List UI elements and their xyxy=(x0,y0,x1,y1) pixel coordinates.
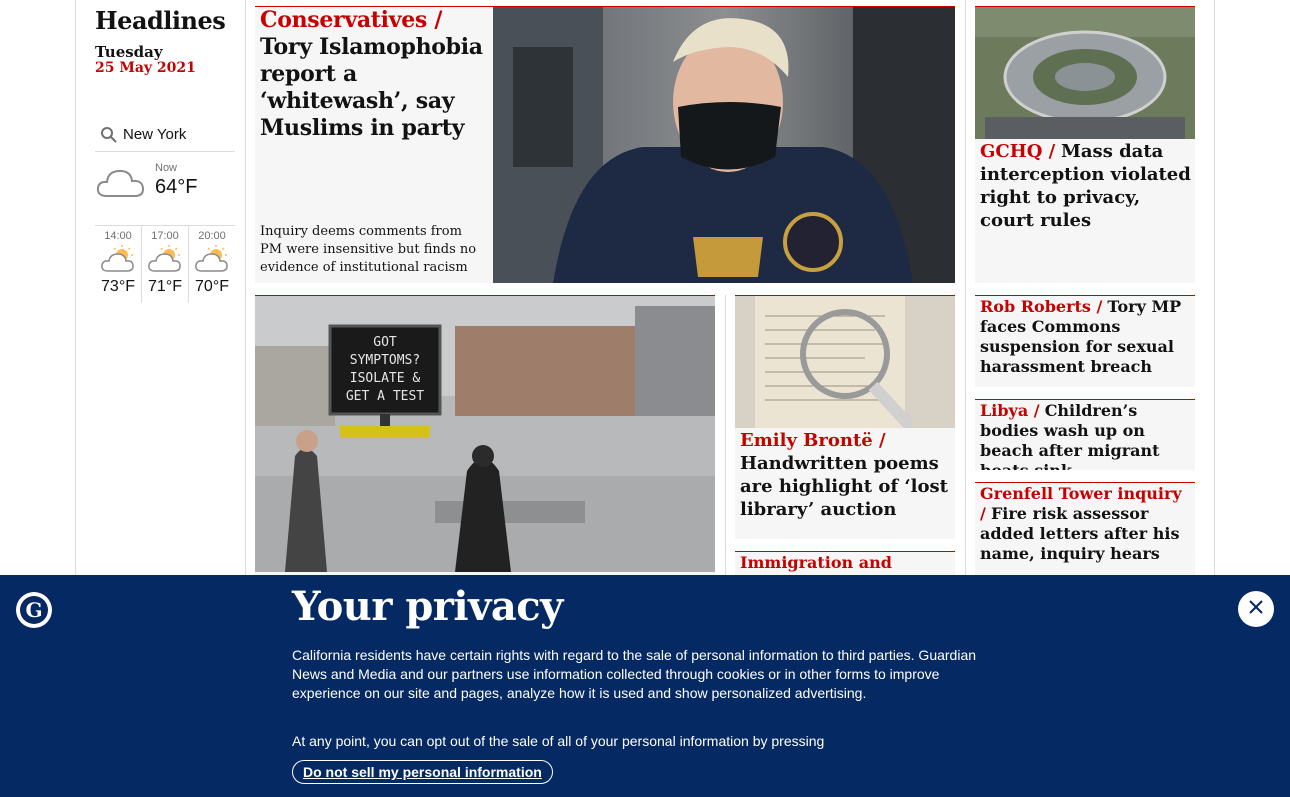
forecast-item: 14:00 73°F xyxy=(95,226,141,303)
story-headline-text: Fire risk assessor added letters after h… xyxy=(980,504,1180,563)
forecast-item: 20:00 70°F xyxy=(188,226,235,303)
sign-text: ISOLATE & xyxy=(350,371,421,386)
story-headline[interactable]: Emily Brontë / Handwritten poems are hig… xyxy=(740,429,952,521)
story-headline[interactable]: Libya / Children’s bodies wash up on bea… xyxy=(980,401,1192,470)
story-kicker: GCHQ / xyxy=(980,141,1056,162)
sun-cloud-icon xyxy=(189,242,235,276)
forecast-temp: 71°F xyxy=(148,278,182,295)
story-kicker: Conservatives / xyxy=(260,7,443,33)
date-full: 25 May 2021 xyxy=(95,60,196,76)
story-card-libya[interactable]: Libya / Children’s bodies wash up on bea… xyxy=(975,399,1195,470)
story-kicker: Rob Roberts / xyxy=(980,297,1103,316)
sun-cloud-icon xyxy=(95,242,141,276)
weather-location-search[interactable]: New York xyxy=(95,118,235,152)
forecast-time: 17:00 xyxy=(151,230,179,242)
story-card-main[interactable]: Conservatives / Tory Islamophobia report… xyxy=(255,6,955,283)
date-day: Tuesday xyxy=(95,43,163,61)
section-title: Headlines xyxy=(95,6,226,35)
weather-location: New York xyxy=(123,126,187,143)
story-kicker: Libya / xyxy=(980,401,1040,420)
story-card-bronte[interactable]: Emily Brontë / Handwritten poems are hig… xyxy=(735,295,955,539)
story-standfirst: Inquiry deems comments from PM were inse… xyxy=(260,224,477,275)
forecast-time: 20:00 xyxy=(198,230,226,242)
privacy-title: Your privacy xyxy=(292,583,563,630)
story-card-roberts[interactable]: Rob Roberts / Tory MP faces Commons susp… xyxy=(975,295,1195,387)
story-card-gchq[interactable]: GCHQ / Mass data interception violated r… xyxy=(975,6,1195,283)
story-card-covid[interactable]: GOT SYMPTOMS? ISOLATE & GET A TEST xyxy=(255,295,715,575)
story-headline[interactable]: Grenfell Tower inquiry / Fire risk asses… xyxy=(980,484,1192,564)
weather-now-label: Now xyxy=(155,162,178,174)
story-headline[interactable]: Conservatives / Tory Islamophobia report… xyxy=(260,7,488,142)
story-image[interactable] xyxy=(493,7,955,283)
cloud-icon xyxy=(95,162,147,206)
close-button[interactable] xyxy=(1238,591,1274,627)
svg-text:G: G xyxy=(25,598,42,622)
sign-text: GOT xyxy=(373,335,397,350)
privacy-banner: G Your privacy California residents have… xyxy=(0,575,1290,797)
forecast-temp: 73°F xyxy=(101,278,135,295)
forecast-temp: 70°F xyxy=(195,278,229,295)
story-card-grenfell[interactable]: Grenfell Tower inquiry / Fire risk asses… xyxy=(975,482,1195,575)
privacy-body: California residents have certain rights… xyxy=(292,647,977,701)
weather-forecast: 14:00 73°F 17:00 71°F 20:00 70°F xyxy=(95,225,235,303)
do-not-sell-button[interactable]: Do not sell my personal information xyxy=(292,760,553,784)
search-icon xyxy=(95,121,123,149)
story-image[interactable] xyxy=(735,296,955,428)
story-kicker: Emily Brontë / xyxy=(740,430,886,451)
story-image[interactable] xyxy=(975,7,1195,139)
close-icon xyxy=(1248,599,1264,619)
privacy-body-optout: At any point, you can opt out of the sal… xyxy=(292,733,825,749)
weather-now-temp: 64°F xyxy=(155,176,198,198)
guardian-logo-icon: G xyxy=(16,592,52,628)
sun-cloud-icon xyxy=(142,242,188,276)
forecast-item: 17:00 71°F xyxy=(141,226,188,303)
story-image[interactable]: GOT SYMPTOMS? ISOLATE & GET A TEST xyxy=(255,296,715,572)
story-headline[interactable]: Rob Roberts / Tory MP faces Commons susp… xyxy=(980,297,1192,377)
forecast-time: 14:00 xyxy=(104,230,132,242)
sign-text: SYMPTOMS? xyxy=(350,353,420,368)
sign-text: GET A TEST xyxy=(346,389,424,404)
story-headline[interactable]: GCHQ / Mass data interception violated r… xyxy=(980,140,1192,232)
story-headline-text: Handwritten poems are highlight of ‘lost… xyxy=(740,453,948,520)
story-headline-text: Tory Islamophobia report a ‘whitewash’, … xyxy=(260,34,483,141)
